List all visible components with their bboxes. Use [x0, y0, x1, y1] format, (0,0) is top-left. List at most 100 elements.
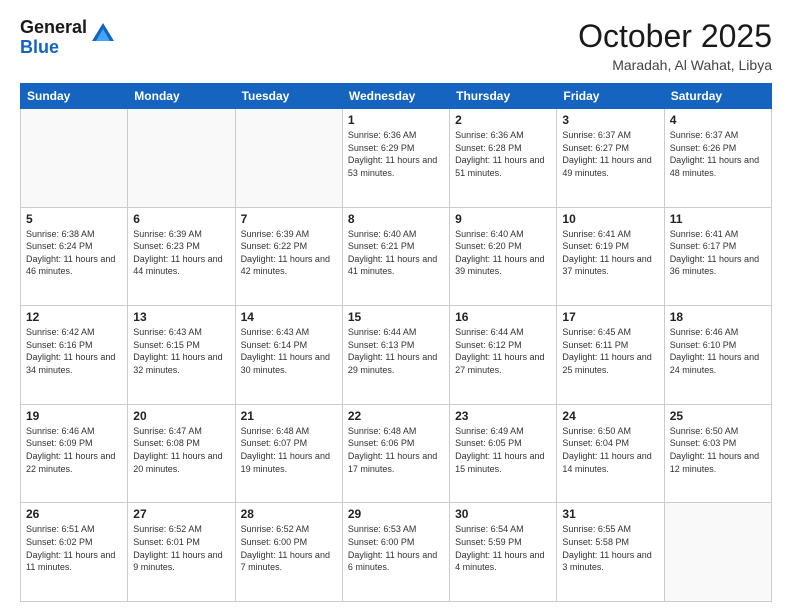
col-header-wednesday: Wednesday [342, 84, 449, 109]
calendar-cell: 31 Sunrise: 6:55 AM Sunset: 5:58 PM Dayli… [557, 503, 664, 602]
location-title: Maradah, Al Wahat, Libya [578, 57, 772, 73]
day-number: 24 [562, 409, 658, 423]
calendar-cell: 14 Sunrise: 6:43 AM Sunset: 6:14 PM Dayli… [235, 306, 342, 405]
calendar-cell: 2 Sunrise: 6:36 AM Sunset: 6:28 PM Daylig… [450, 109, 557, 208]
day-number: 29 [348, 507, 444, 521]
day-info: Sunrise: 6:40 AM Sunset: 6:21 PM Dayligh… [348, 228, 444, 278]
day-info: Sunrise: 6:44 AM Sunset: 6:13 PM Dayligh… [348, 326, 444, 376]
header: General Blue October 2025 Maradah, Al Wa… [20, 18, 772, 73]
day-info: Sunrise: 6:50 AM Sunset: 6:04 PM Dayligh… [562, 425, 658, 475]
day-number: 25 [670, 409, 766, 423]
page: General Blue October 2025 Maradah, Al Wa… [0, 0, 792, 612]
calendar-cell: 11Sunrise: 6:41 AM Sunset: 6:17 PM Dayli… [664, 207, 771, 306]
day-info: Sunrise: 6:45 AM Sunset: 6:11 PM Dayligh… [562, 326, 658, 376]
day-number: 31 [562, 507, 658, 521]
day-number: 21 [241, 409, 337, 423]
calendar-cell: 13 Sunrise: 6:43 AM Sunset: 6:15 PM Dayli… [128, 306, 235, 405]
day-number: 30 [455, 507, 551, 521]
day-info: Sunrise: 6:53 AM Sunset: 6:00 PM Dayligh… [348, 523, 444, 573]
col-header-friday: Friday [557, 84, 664, 109]
day-info: Sunrise: 6:47 AM Sunset: 6:08 PM Dayligh… [133, 425, 229, 475]
day-number: 16 [455, 310, 551, 324]
logo-general: General [20, 17, 87, 37]
day-info: Sunrise: 6:46 AM Sunset: 6:10 PM Dayligh… [670, 326, 766, 376]
calendar-cell: 1 Sunrise: 6:36 AM Sunset: 6:29 PM Daylig… [342, 109, 449, 208]
day-info: Sunrise: 6:39 AM Sunset: 6:22 PM Dayligh… [241, 228, 337, 278]
calendar-cell: 15 Sunrise: 6:44 AM Sunset: 6:13 PM Dayli… [342, 306, 449, 405]
calendar-cell: 5 Sunrise: 6:38 AM Sunset: 6:24 PM Daylig… [21, 207, 128, 306]
day-info: Sunrise: 6:51 AM Sunset: 6:02 PM Dayligh… [26, 523, 122, 573]
calendar-cell: 20 Sunrise: 6:47 AM Sunset: 6:08 PM Dayli… [128, 404, 235, 503]
day-info: Sunrise: 6:36 AM Sunset: 6:28 PM Dayligh… [455, 129, 551, 179]
calendar-cell: 4Sunrise: 6:37 AM Sunset: 6:26 PM Daylig… [664, 109, 771, 208]
calendar-cell: 24 Sunrise: 6:50 AM Sunset: 6:04 PM Dayli… [557, 404, 664, 503]
day-number: 13 [133, 310, 229, 324]
calendar-cell: 22 Sunrise: 6:48 AM Sunset: 6:06 PM Dayli… [342, 404, 449, 503]
day-info: Sunrise: 6:37 AM Sunset: 6:27 PM Dayligh… [562, 129, 658, 179]
calendar-cell [21, 109, 128, 208]
col-header-monday: Monday [128, 84, 235, 109]
day-info: Sunrise: 6:46 AM Sunset: 6:09 PM Dayligh… [26, 425, 122, 475]
calendar-cell: 30Sunrise: 6:54 AM Sunset: 5:59 PM Dayli… [450, 503, 557, 602]
day-info: Sunrise: 6:43 AM Sunset: 6:14 PM Dayligh… [241, 326, 337, 376]
day-number: 15 [348, 310, 444, 324]
logo-icon [92, 23, 114, 46]
day-number: 28 [241, 507, 337, 521]
day-number: 5 [26, 212, 122, 226]
day-number: 18 [670, 310, 766, 324]
calendar-cell [235, 109, 342, 208]
logo-blue: Blue [20, 37, 59, 57]
day-info: Sunrise: 6:38 AM Sunset: 6:24 PM Dayligh… [26, 228, 122, 278]
calendar-cell: 17Sunrise: 6:45 AM Sunset: 6:11 PM Dayli… [557, 306, 664, 405]
day-info: Sunrise: 6:49 AM Sunset: 6:05 PM Dayligh… [455, 425, 551, 475]
day-number: 9 [455, 212, 551, 226]
day-number: 8 [348, 212, 444, 226]
calendar-cell: 28 Sunrise: 6:52 AM Sunset: 6:00 PM Dayli… [235, 503, 342, 602]
calendar-cell: 26Sunrise: 6:51 AM Sunset: 6:02 PM Dayli… [21, 503, 128, 602]
day-info: Sunrise: 6:48 AM Sunset: 6:07 PM Dayligh… [241, 425, 337, 475]
calendar-cell: 25 Sunrise: 6:50 AM Sunset: 6:03 PM Dayli… [664, 404, 771, 503]
day-number: 27 [133, 507, 229, 521]
day-number: 6 [133, 212, 229, 226]
day-info: Sunrise: 6:36 AM Sunset: 6:29 PM Dayligh… [348, 129, 444, 179]
calendar-cell: 23 Sunrise: 6:49 AM Sunset: 6:05 PM Dayli… [450, 404, 557, 503]
calendar-cell: 21 Sunrise: 6:48 AM Sunset: 6:07 PM Dayli… [235, 404, 342, 503]
col-header-sunday: Sunday [21, 84, 128, 109]
calendar-cell: 6 Sunrise: 6:39 AM Sunset: 6:23 PM Daylig… [128, 207, 235, 306]
col-header-tuesday: Tuesday [235, 84, 342, 109]
calendar-cell: 18 Sunrise: 6:46 AM Sunset: 6:10 PM Dayli… [664, 306, 771, 405]
day-number: 14 [241, 310, 337, 324]
calendar-cell [128, 109, 235, 208]
day-info: Sunrise: 6:52 AM Sunset: 6:00 PM Dayligh… [241, 523, 337, 573]
calendar-cell: 8 Sunrise: 6:40 AM Sunset: 6:21 PM Daylig… [342, 207, 449, 306]
calendar-cell: 10Sunrise: 6:41 AM Sunset: 6:19 PM Dayli… [557, 207, 664, 306]
day-info: Sunrise: 6:55 AM Sunset: 5:58 PM Dayligh… [562, 523, 658, 573]
day-number: 12 [26, 310, 122, 324]
day-info: Sunrise: 6:50 AM Sunset: 6:03 PM Dayligh… [670, 425, 766, 475]
calendar-cell: 16 Sunrise: 6:44 AM Sunset: 6:12 PM Dayli… [450, 306, 557, 405]
day-number: 7 [241, 212, 337, 226]
calendar-cell: 27 Sunrise: 6:52 AM Sunset: 6:01 PM Dayli… [128, 503, 235, 602]
day-number: 23 [455, 409, 551, 423]
calendar-cell: 3Sunrise: 6:37 AM Sunset: 6:27 PM Daylig… [557, 109, 664, 208]
day-number: 4 [670, 113, 766, 127]
col-header-thursday: Thursday [450, 84, 557, 109]
calendar-cell: 19Sunrise: 6:46 AM Sunset: 6:09 PM Dayli… [21, 404, 128, 503]
logo: General Blue [20, 18, 114, 58]
day-info: Sunrise: 6:44 AM Sunset: 6:12 PM Dayligh… [455, 326, 551, 376]
calendar: SundayMondayTuesdayWednesdayThursdayFrid… [20, 83, 772, 602]
calendar-cell: 12Sunrise: 6:42 AM Sunset: 6:16 PM Dayli… [21, 306, 128, 405]
day-number: 1 [348, 113, 444, 127]
calendar-cell: 7 Sunrise: 6:39 AM Sunset: 6:22 PM Daylig… [235, 207, 342, 306]
day-info: Sunrise: 6:43 AM Sunset: 6:15 PM Dayligh… [133, 326, 229, 376]
day-number: 2 [455, 113, 551, 127]
day-number: 20 [133, 409, 229, 423]
day-info: Sunrise: 6:39 AM Sunset: 6:23 PM Dayligh… [133, 228, 229, 278]
month-title: October 2025 [578, 18, 772, 55]
col-header-saturday: Saturday [664, 84, 771, 109]
title-block: October 2025 Maradah, Al Wahat, Libya [578, 18, 772, 73]
day-info: Sunrise: 6:52 AM Sunset: 6:01 PM Dayligh… [133, 523, 229, 573]
day-info: Sunrise: 6:41 AM Sunset: 6:17 PM Dayligh… [670, 228, 766, 278]
day-info: Sunrise: 6:48 AM Sunset: 6:06 PM Dayligh… [348, 425, 444, 475]
day-number: 22 [348, 409, 444, 423]
